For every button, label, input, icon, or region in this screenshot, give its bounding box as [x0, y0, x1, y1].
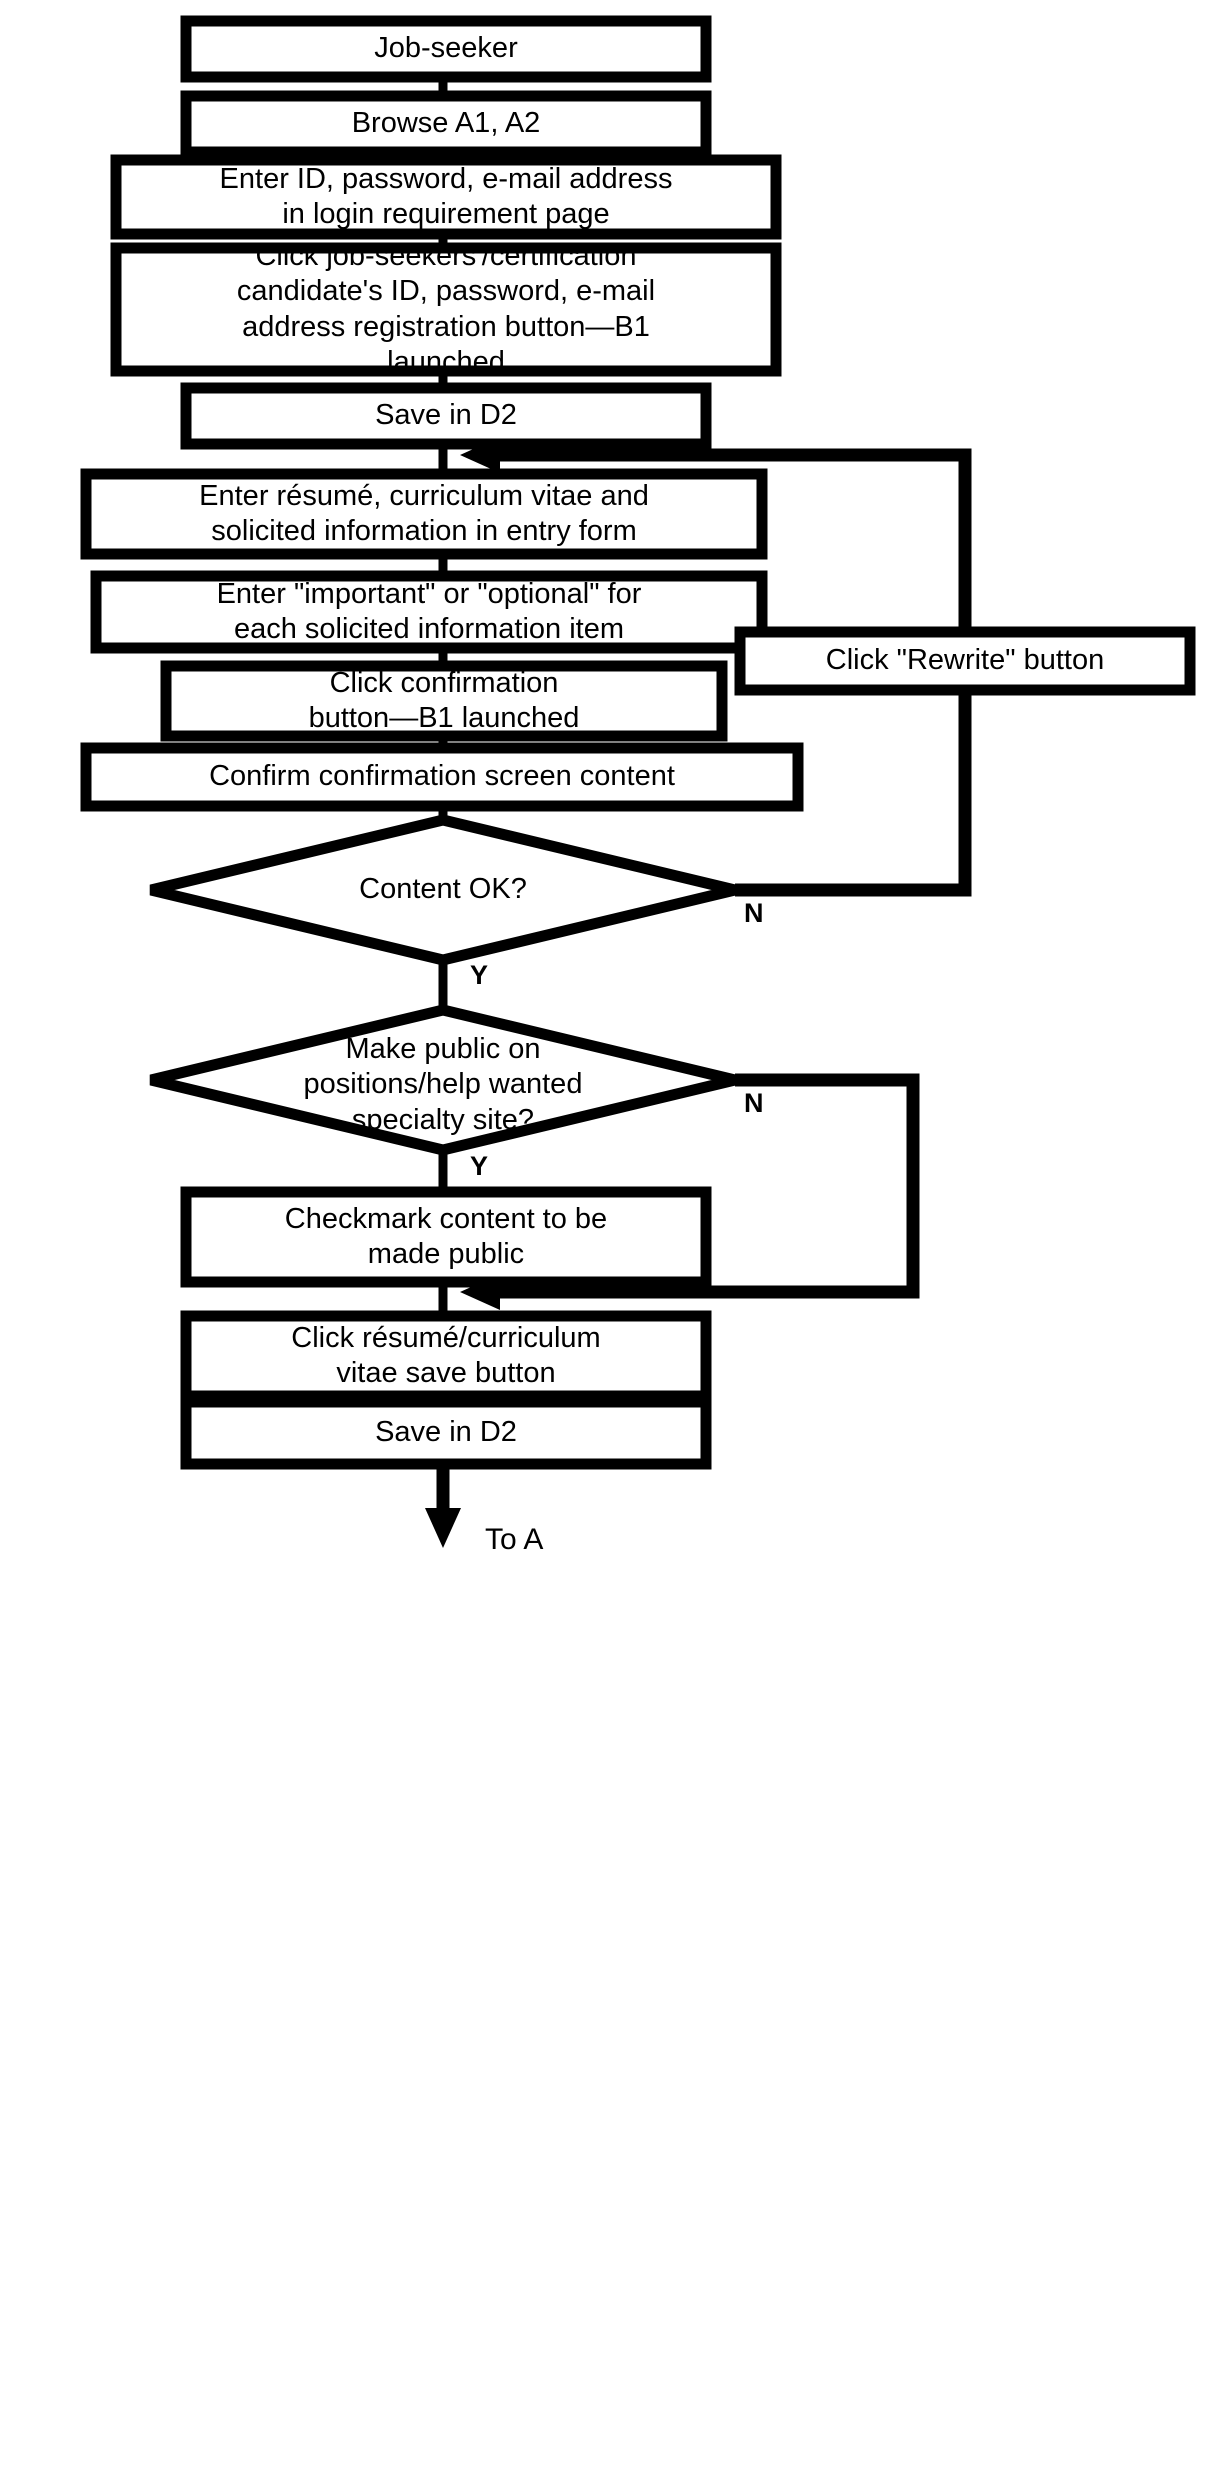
node-enter-importance [90, 570, 768, 654]
edge-label-content-ok-yes: Y [470, 960, 489, 990]
edge-label-make-public-no: N [744, 1088, 764, 1118]
node-click-registration [110, 242, 782, 377]
node-click-rewrite [734, 626, 1196, 696]
edge-label-make-public-yes: Y [470, 1151, 489, 1181]
node-job-seeker [180, 15, 712, 83]
node-click-confirmation [160, 660, 728, 742]
node-confirm-screen [80, 742, 804, 812]
node-click-save [180, 1310, 712, 1402]
edge-label-content-ok-no: N [744, 898, 764, 928]
flowchart-canvas: Job-seeker Browse A1, A2 Enter ID, passw… [0, 0, 1217, 2488]
node-content-ok [149, 814, 737, 966]
node-checkmark-content [180, 1186, 712, 1288]
terminal-arrowhead [425, 1508, 461, 1548]
node-save-d2-bottom [180, 1396, 712, 1470]
node-save-d2-top [180, 382, 712, 450]
flowchart-graphics [80, 15, 1196, 1548]
terminal-label-to-a: To A [485, 1523, 544, 1556]
node-browse [180, 90, 712, 158]
node-enter-login [110, 154, 782, 240]
node-make-public [149, 1004, 737, 1156]
node-enter-resume [80, 468, 768, 560]
